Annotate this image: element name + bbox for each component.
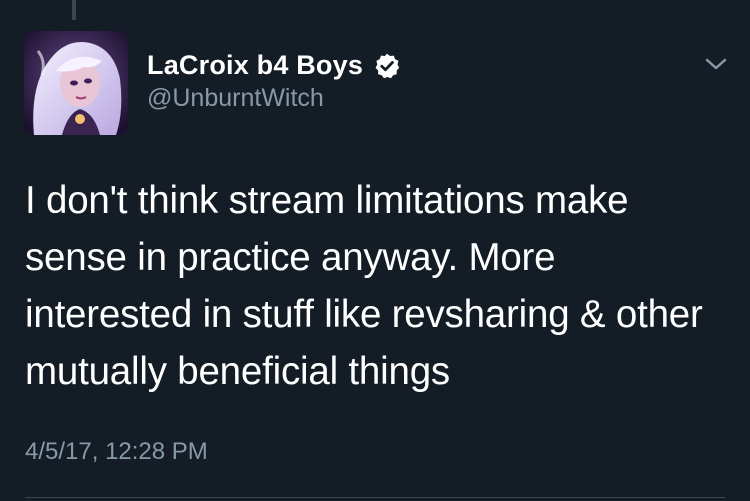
chevron-down-icon[interactable] [700, 52, 732, 76]
thread-connector-line [72, 0, 76, 20]
avatar-image [24, 31, 128, 135]
tweet-body-text: I don't think stream limitations make se… [25, 179, 703, 393]
author-name-row[interactable]: LaCroix b4 Boys [147, 48, 401, 82]
author-handle[interactable]: @UnburntWitch [147, 84, 324, 113]
avatar[interactable] [24, 31, 128, 135]
author-display-name[interactable]: LaCroix b4 Boys [147, 50, 363, 81]
tweet-timestamp[interactable]: 4/5/17, 12:28 PM [25, 438, 208, 466]
verified-badge-icon [373, 52, 401, 80]
bottom-divider [25, 497, 725, 498]
